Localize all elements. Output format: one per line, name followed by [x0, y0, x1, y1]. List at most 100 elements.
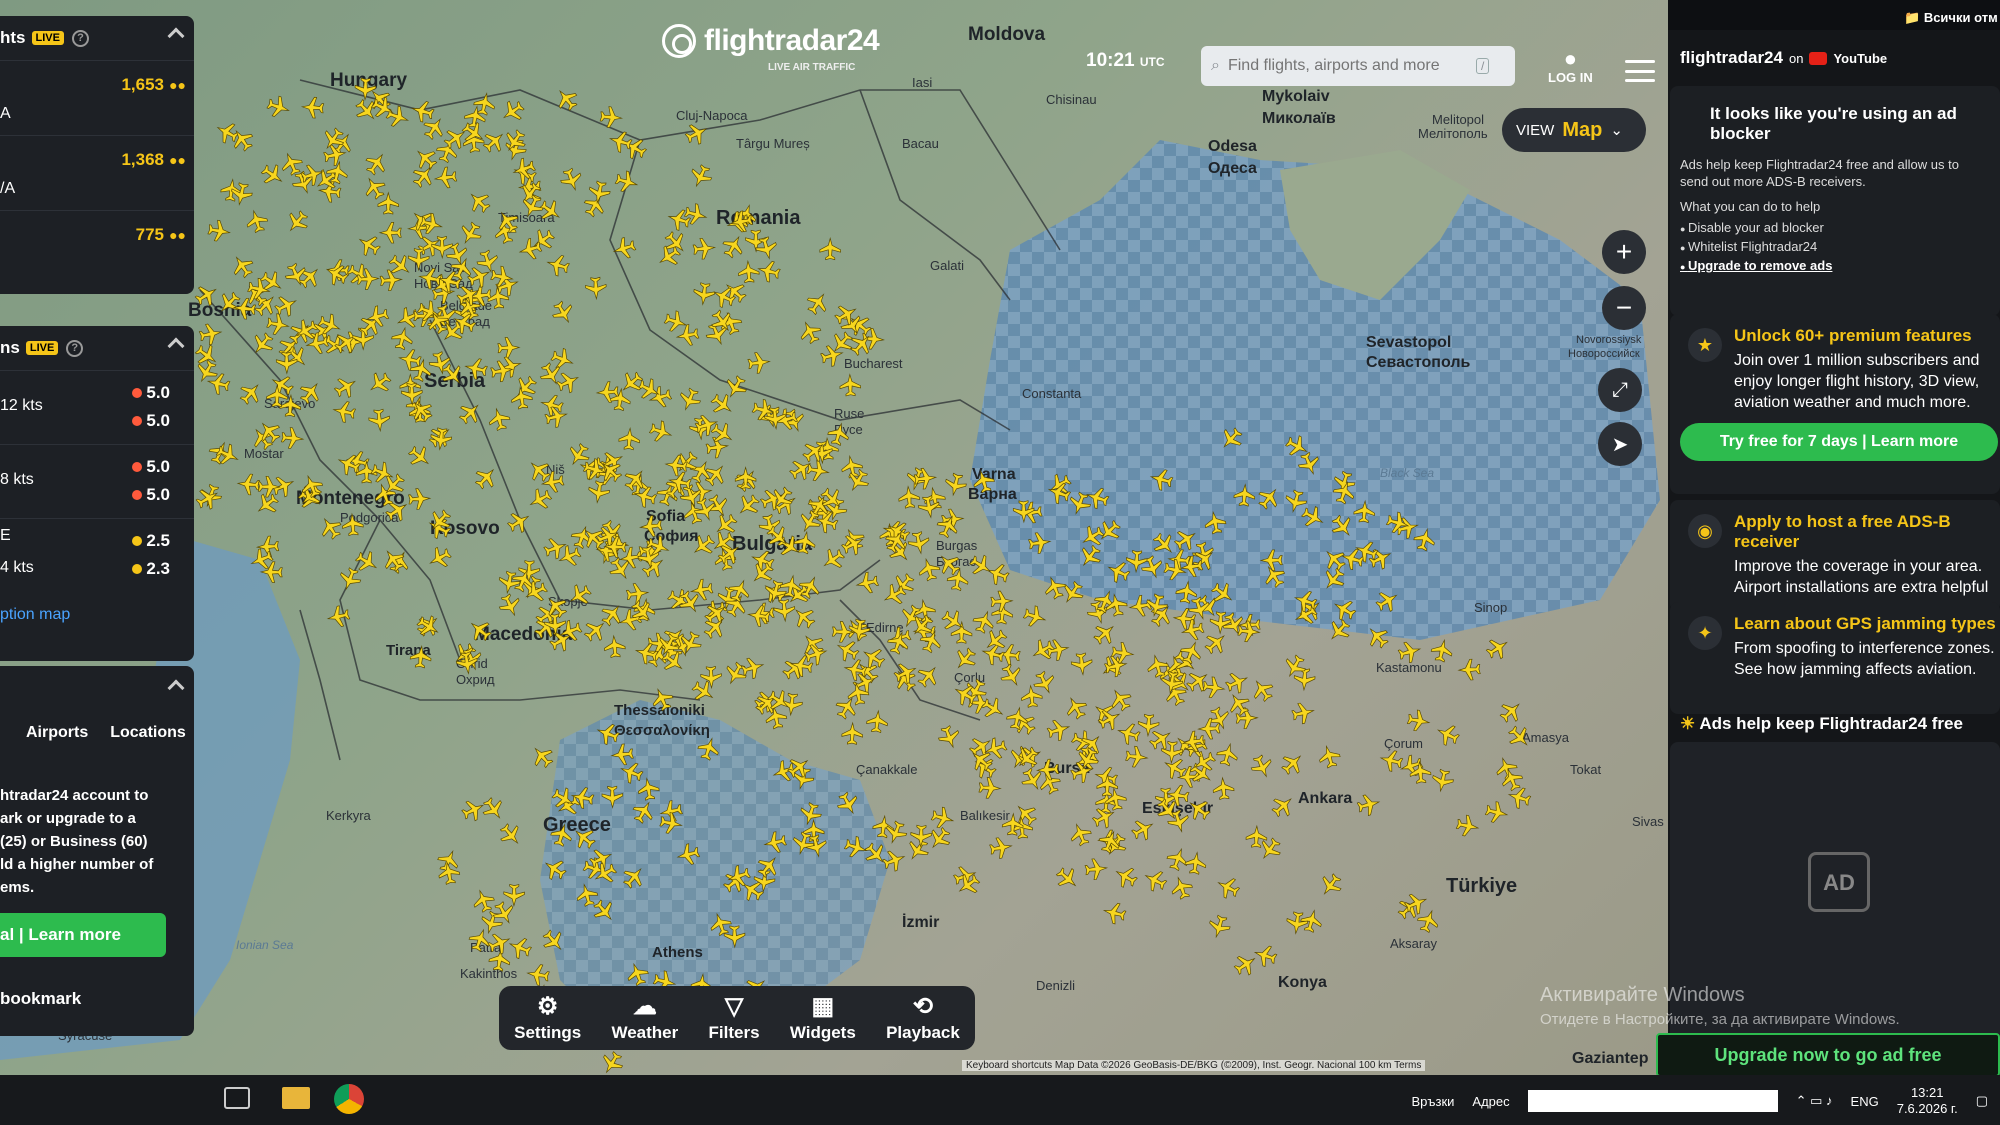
aircraft-icon[interactable] — [936, 724, 963, 751]
aircraft-icon[interactable] — [408, 488, 432, 510]
aircraft-icon[interactable] — [236, 378, 266, 408]
aircraft-icon[interactable] — [700, 665, 722, 690]
aircraft-icon[interactable] — [916, 556, 942, 582]
chevron-up-icon[interactable] — [167, 27, 185, 45]
aircraft-icon[interactable] — [558, 166, 585, 193]
aircraft-icon[interactable] — [1254, 483, 1283, 513]
zoom-in-button[interactable]: + — [1602, 230, 1646, 274]
aircraft-icon[interactable] — [420, 113, 449, 142]
aircraft-icon[interactable] — [618, 426, 641, 451]
aircraft-icon[interactable] — [409, 98, 435, 124]
aircraft-icon[interactable] — [866, 709, 889, 734]
aircraft-icon[interactable] — [882, 819, 909, 846]
aircraft-icon[interactable] — [711, 510, 741, 539]
aircraft-icon[interactable] — [1058, 578, 1087, 607]
aircraft-icon[interactable] — [754, 852, 783, 882]
aircraft-icon[interactable] — [1202, 676, 1226, 699]
aircraft-icon[interactable] — [456, 219, 485, 248]
try-free-button[interactable]: Try free for 7 days | Learn more — [1680, 423, 1998, 461]
aircraft-icon[interactable] — [1231, 950, 1260, 979]
aircraft-icon[interactable] — [797, 801, 823, 828]
aircraft-icon[interactable] — [526, 485, 555, 513]
aircraft-icon[interactable] — [1139, 554, 1166, 581]
aircraft-icon[interactable] — [526, 963, 550, 987]
aircraft-icon[interactable] — [463, 356, 488, 381]
aircraft-icon[interactable] — [280, 427, 305, 449]
file-explorer-icon[interactable] — [282, 1087, 310, 1109]
aircraft-icon[interactable] — [585, 276, 607, 301]
aircraft-icon[interactable] — [1328, 512, 1357, 542]
aircraft-icon[interactable] — [214, 441, 242, 469]
filters-button[interactable]: ▽ Filters — [709, 993, 760, 1043]
aircraft-icon[interactable] — [408, 248, 430, 272]
aircraft-icon[interactable] — [574, 882, 600, 908]
aircraft-icon[interactable] — [433, 166, 458, 189]
aircraft-icon[interactable] — [675, 842, 701, 867]
aircraft-icon[interactable] — [496, 592, 524, 620]
aircraft-icon[interactable] — [1076, 542, 1105, 571]
aircraft-icon[interactable] — [1252, 943, 1279, 969]
aircraft-icon[interactable] — [418, 211, 444, 237]
aircraft-icon[interactable] — [300, 96, 325, 119]
aircraft-icon[interactable] — [696, 735, 722, 762]
aircraft-icon[interactable] — [425, 514, 454, 542]
aircraft-icon[interactable] — [496, 820, 526, 850]
aircraft-icon[interactable] — [1319, 565, 1348, 595]
aircraft-icon[interactable] — [362, 149, 391, 178]
aircraft-icon[interactable] — [637, 777, 661, 801]
aircraft-icon[interactable] — [549, 822, 575, 848]
aircraft-icon[interactable] — [1165, 783, 1190, 807]
aircraft-icon[interactable] — [1203, 510, 1227, 535]
aircraft-icon[interactable] — [1320, 545, 1350, 575]
aircraft-icon[interactable] — [1041, 574, 1068, 601]
fullscreen-button[interactable]: ⤢ — [1598, 368, 1642, 412]
aircraft-icon[interactable] — [479, 794, 508, 823]
aircraft-icon[interactable] — [498, 97, 527, 126]
aircraft-icon[interactable] — [503, 883, 525, 908]
aircraft-icon[interactable] — [872, 814, 895, 839]
aircraft-icon[interactable] — [471, 463, 501, 493]
aircraft-icon[interactable] — [1022, 603, 1049, 629]
aircraft-icon[interactable] — [368, 408, 390, 433]
widgets-button[interactable]: ▦ Widgets — [790, 993, 856, 1043]
playback-button[interactable]: ⟲ Playback — [886, 993, 960, 1043]
aircraft-icon[interactable] — [971, 468, 997, 494]
aircraft-icon[interactable] — [1148, 467, 1174, 493]
aircraft-icon[interactable] — [378, 222, 402, 244]
aircraft-icon[interactable] — [1483, 634, 1512, 663]
aircraft-icon[interactable] — [1373, 587, 1402, 616]
notifications-icon[interactable]: ▢ — [1976, 1093, 1988, 1109]
aircraft-icon[interactable] — [552, 85, 581, 115]
aircraft-icon[interactable] — [1067, 821, 1094, 848]
aircraft-icon[interactable] — [549, 346, 576, 373]
aircraft-icon[interactable] — [1504, 722, 1534, 752]
aircraft-icon[interactable] — [1115, 721, 1141, 747]
aircraft-icon[interactable] — [283, 207, 312, 237]
aircraft-icon[interactable] — [354, 231, 383, 260]
aircraft-layer[interactable] — [0, 0, 1668, 1075]
aircraft-icon[interactable] — [984, 560, 1011, 587]
aircraft-icon[interactable] — [675, 323, 700, 347]
aircraft-icon[interactable] — [756, 259, 782, 284]
aircraft-icon[interactable] — [296, 378, 325, 407]
aircraft-icon[interactable] — [539, 926, 569, 956]
aircraft-icon[interactable] — [1316, 743, 1342, 769]
chevron-up-icon[interactable] — [167, 679, 185, 697]
aircraft-icon[interactable] — [1084, 858, 1109, 881]
aircraft-icon[interactable] — [1299, 503, 1328, 531]
aircraft-icon[interactable] — [1141, 866, 1169, 894]
aircraft-icon[interactable] — [913, 661, 942, 691]
aircraft-icon[interactable] — [1330, 595, 1359, 624]
aircraft-icon[interactable] — [855, 571, 880, 596]
aircraft-icon[interactable] — [1223, 669, 1251, 697]
aircraft-icon[interactable] — [1260, 562, 1289, 591]
aircraft-icon[interactable] — [989, 836, 1014, 860]
aircraft-icon[interactable] — [316, 513, 345, 542]
aircraft-icon[interactable] — [1406, 709, 1431, 733]
aircraft-icon[interactable] — [601, 785, 624, 809]
aircraft-icon[interactable] — [648, 685, 676, 713]
aircraft-icon[interactable] — [1255, 835, 1284, 864]
aircraft-icon[interactable] — [898, 485, 920, 509]
aircraft-icon[interactable] — [1149, 529, 1179, 559]
aircraft-icon[interactable] — [497, 337, 521, 359]
